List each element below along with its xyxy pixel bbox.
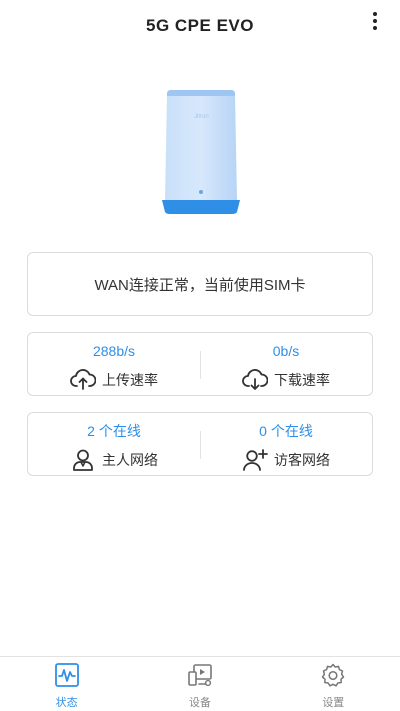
wan-status-text: WAN连接正常，当前使用SIM卡 bbox=[94, 276, 306, 294]
guest-network[interactable]: 0 个在线 访客网络 bbox=[200, 413, 372, 475]
device-logo: Jitron bbox=[194, 114, 209, 120]
user-icon bbox=[73, 449, 93, 471]
divider bbox=[200, 351, 201, 379]
page-title: 5G CPE EVO bbox=[146, 16, 254, 35]
download-speed-label: 下载速率 bbox=[274, 372, 330, 388]
network-card: 2 个在线 主人网络 0 个在线 访客网络 bbox=[27, 412, 373, 476]
host-network[interactable]: 2 个在线 主人网络 bbox=[28, 413, 200, 475]
app-header: 5G CPE EVO bbox=[0, 0, 400, 56]
upload-speed-value: 288b/s bbox=[92, 343, 136, 359]
download-speed-value: 0b/s bbox=[272, 343, 300, 359]
bottom-tab-bar: 状态 设备 设置 bbox=[0, 656, 400, 711]
tab-devices-label: 设备 bbox=[188, 697, 211, 709]
more-vertical-icon[interactable] bbox=[366, 10, 384, 32]
tab-devices[interactable]: 设备 bbox=[133, 657, 266, 711]
guest-network-label: 访客网络 bbox=[274, 452, 330, 468]
host-online-count: 2 个在线 bbox=[87, 423, 141, 439]
tab-settings-label: 设置 bbox=[322, 697, 345, 709]
download-speed: 0b/s 下载速率 bbox=[200, 333, 372, 395]
upload-speed-label: 上传速率 bbox=[102, 372, 158, 388]
host-network-label: 主人网络 bbox=[102, 452, 158, 468]
speed-card: 288b/s 上传速率 0b/s 下载速率 bbox=[27, 332, 373, 396]
tab-settings[interactable]: 设置 bbox=[267, 657, 400, 711]
add-user-icon bbox=[243, 449, 268, 471]
settings-gear-icon bbox=[322, 663, 345, 687]
cloud-download-icon bbox=[242, 369, 268, 390]
tab-status-label: 状态 bbox=[55, 697, 78, 709]
devices-icon bbox=[188, 664, 212, 687]
wan-status-card: WAN连接正常，当前使用SIM卡 bbox=[27, 252, 373, 316]
router-device-image: Jitron bbox=[162, 90, 240, 214]
upload-speed: 288b/s 上传速率 bbox=[28, 333, 200, 395]
divider bbox=[200, 431, 201, 459]
tab-status[interactable]: 状态 bbox=[0, 657, 133, 711]
guest-online-count: 0 个在线 bbox=[259, 423, 313, 439]
cloud-upload-icon bbox=[70, 369, 96, 390]
status-pulse-icon bbox=[54, 663, 79, 687]
